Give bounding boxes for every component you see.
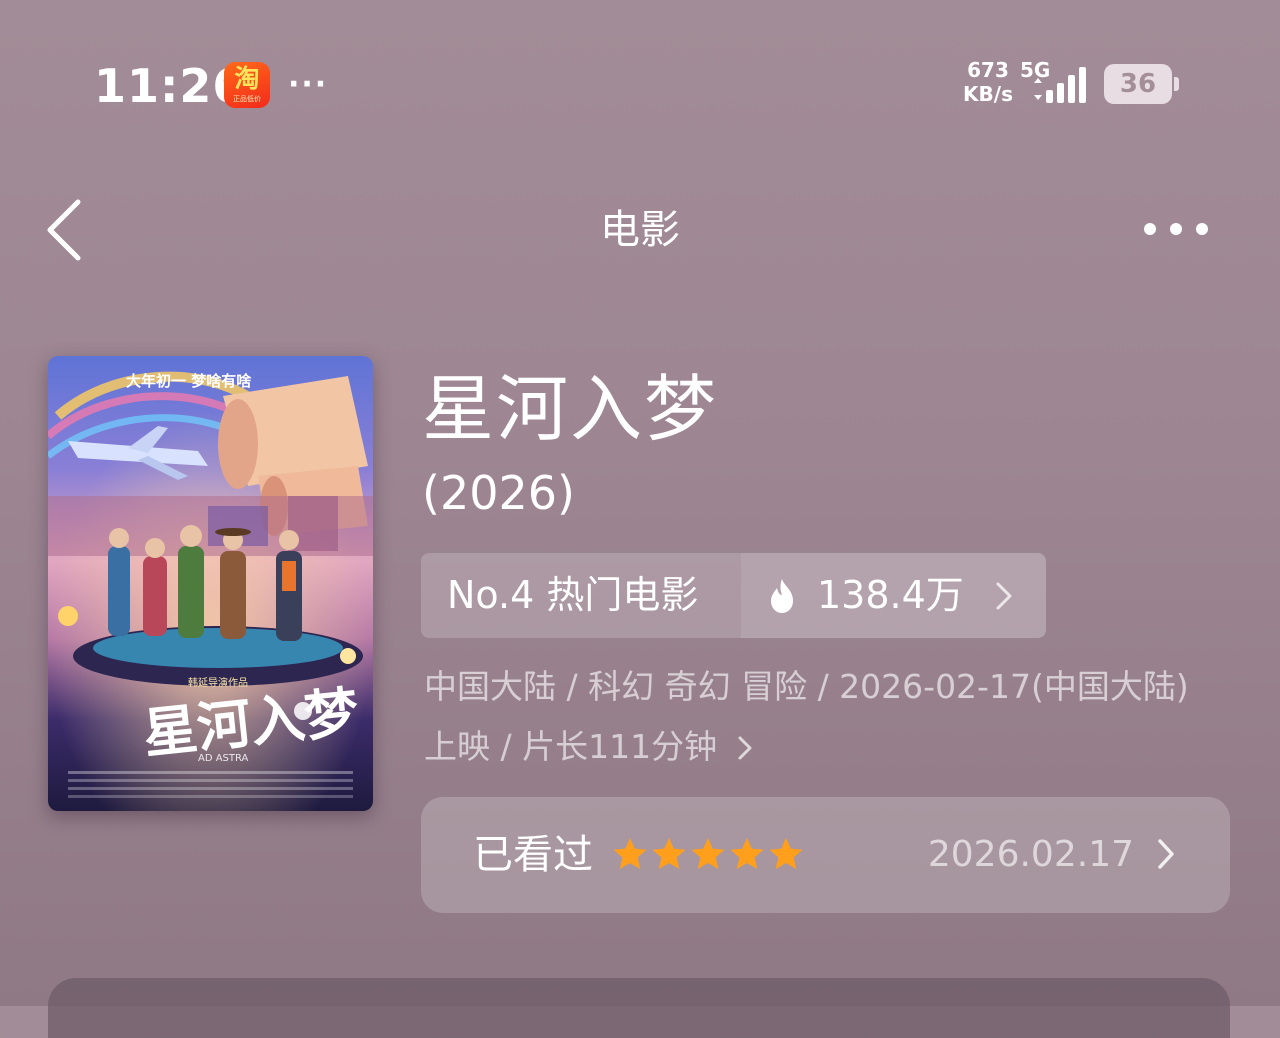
poster-top-text: 大年初一 梦啥有啥 bbox=[126, 372, 252, 390]
movie-meta-line2-link[interactable]: 上映 / 片长111分钟 bbox=[424, 724, 753, 770]
taobao-icon-glyph: 淘 bbox=[234, 64, 260, 93]
network-speed: 673 KB/s bbox=[958, 58, 1018, 106]
rank-label[interactable]: No.4 热门电影 bbox=[421, 553, 741, 638]
network-speed-value: 673 bbox=[967, 58, 1009, 82]
movie-meta-line2: 上映 / 片长111分钟 bbox=[424, 727, 718, 766]
chevron-right-icon bbox=[738, 736, 752, 760]
movie-title: 星河入梦 bbox=[422, 367, 719, 451]
movie-meta-line1: 中国大陆 / 科幻 奇幻 冒险 / 2026-02-17(中国大陆) bbox=[424, 667, 1189, 706]
status-more-icon: ··· bbox=[288, 67, 329, 102]
star-icon bbox=[691, 837, 725, 870]
fire-icon bbox=[771, 578, 793, 613]
watched-card[interactable]: 已看过 2026.02.17 bbox=[421, 797, 1230, 913]
star-icon bbox=[652, 837, 686, 870]
battery-level: 36 bbox=[1119, 69, 1157, 99]
page-title: 电影 bbox=[600, 207, 680, 253]
watched-label: 已看过 bbox=[473, 832, 593, 878]
rating-stars bbox=[611, 835, 806, 873]
battery-icon: 36 bbox=[1104, 64, 1179, 104]
hot-value: 138.4万 bbox=[817, 573, 964, 617]
signal-icon bbox=[1034, 67, 1086, 103]
poster-director-line: 韩延导演作品 bbox=[188, 676, 248, 689]
status-time: 11:26 bbox=[94, 59, 246, 113]
chevron-right-icon bbox=[996, 582, 1012, 609]
chevron-right-icon bbox=[1158, 839, 1174, 869]
taobao-icon-subtext: 正品低价 bbox=[233, 95, 261, 103]
watched-date: 2026.02.17 bbox=[927, 834, 1134, 875]
hot-score[interactable]: 138.4万 bbox=[741, 553, 1046, 638]
network-speed-unit: KB/s bbox=[963, 82, 1013, 106]
bottom-panel bbox=[48, 978, 1230, 1038]
star-icon bbox=[769, 837, 803, 870]
more-horizontal-icon[interactable] bbox=[1138, 212, 1214, 246]
star-icon bbox=[730, 837, 764, 870]
taobao-icon: 淘 正品低价 bbox=[224, 62, 270, 108]
status-bar: 11:26 淘 正品低价 ··· 673 KB/s 5G 36 bbox=[0, 0, 1280, 160]
star-icon bbox=[613, 837, 647, 870]
poster-english-title: AD ASTRA bbox=[198, 753, 249, 764]
movie-year: (2026) bbox=[422, 466, 575, 520]
movie-poster[interactable]: 星河入梦 AD ASTRA 韩延导演作品 大年初一 梦啥有啥 bbox=[48, 356, 373, 811]
ranking-chip[interactable]: No.4 热门电影 138.4万 bbox=[421, 553, 1046, 638]
poster-artwork: 星河入梦 AD ASTRA 韩延导演作品 大年初一 梦啥有啥 bbox=[48, 356, 373, 811]
chevron-left-icon[interactable] bbox=[42, 196, 86, 264]
